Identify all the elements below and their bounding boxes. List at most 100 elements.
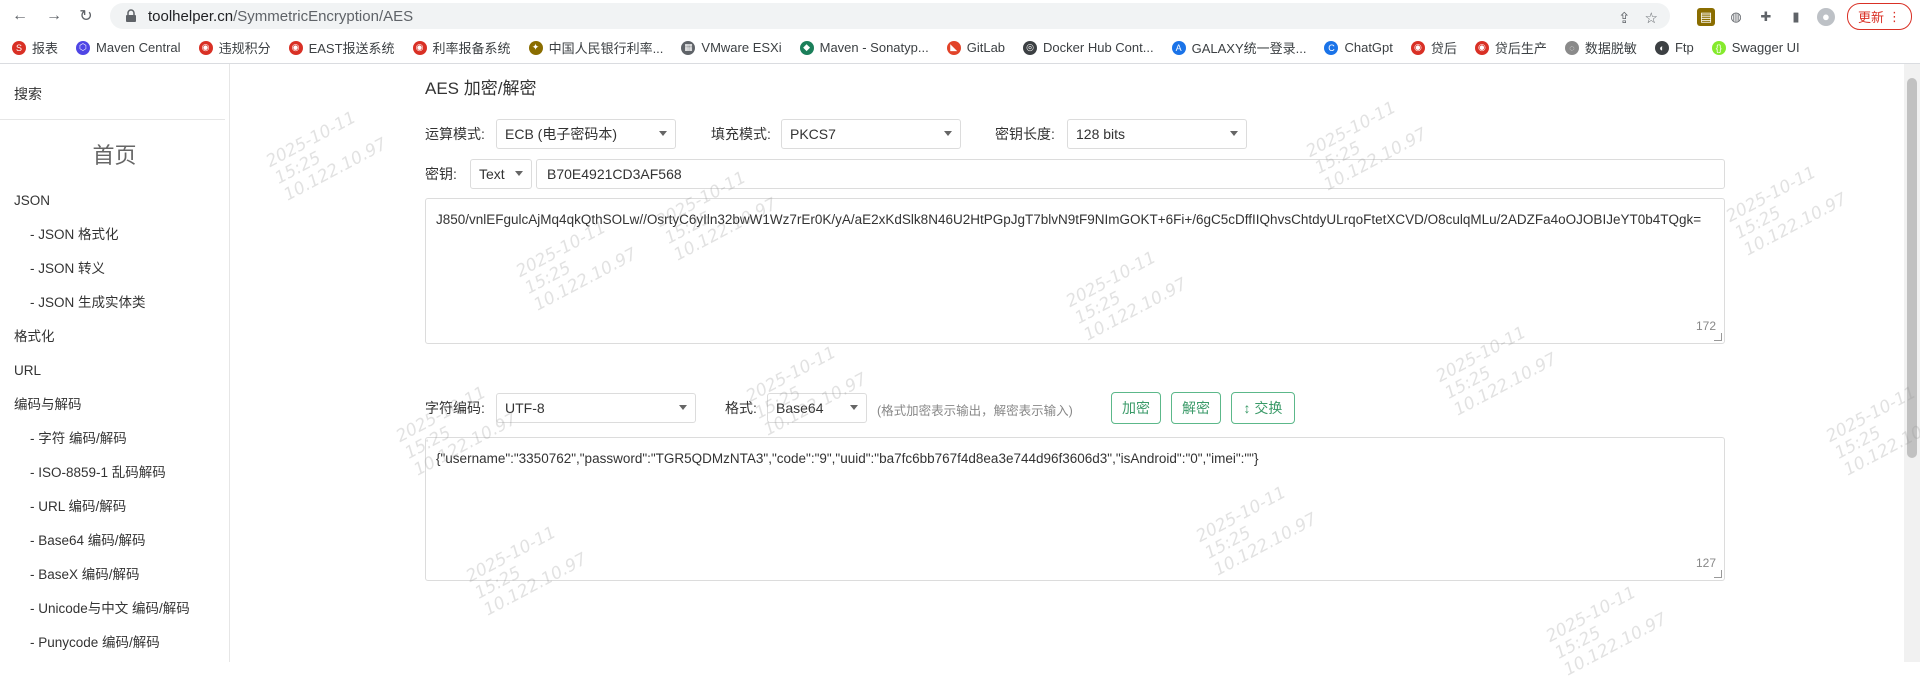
forward-icon[interactable]: → — [42, 4, 66, 28]
chevron-down-icon — [659, 131, 667, 136]
resize-handle-icon[interactable] — [1714, 333, 1722, 341]
sidebar-item[interactable]: - Punycode 编码/解码 — [0, 626, 229, 660]
bookmark-label: 贷后生产 — [1494, 41, 1547, 56]
sidebar-home[interactable]: 首页 — [0, 138, 229, 170]
charset-select[interactable]: UTF-8 — [496, 393, 696, 423]
sidebar-item[interactable]: - Base64 编码/解码 — [0, 524, 229, 558]
share-icon[interactable]: ⇪ — [1618, 9, 1631, 27]
charset-value: UTF-8 — [505, 400, 545, 416]
plaintext-textarea[interactable]: {"username":"3350762","password":"TGR5QD… — [425, 437, 1725, 581]
bookmark-label: 贷后 — [1430, 41, 1457, 56]
browser-toolbar: ← → ↻ toolhelper.cn/SymmetricEncryption/… — [0, 0, 1920, 32]
sidebar-item[interactable]: - 字符 编码/解码 — [0, 422, 229, 456]
sidebar-item[interactable]: 编码与解码 — [0, 388, 229, 422]
bookmark-item[interactable]: ◆ Maven - Sonatyp... — [799, 40, 929, 55]
swap-button[interactable]: ↕ 交换 — [1231, 392, 1295, 424]
bookmark-item[interactable]: ◉ EAST报送系统 — [288, 38, 395, 57]
bookmark-label: Ftp — [1674, 40, 1694, 55]
key-input[interactable]: B70E4921CD3AF568 — [536, 159, 1725, 189]
bookmark-label: 报表 — [32, 41, 59, 56]
keylen-value: 128 bits — [1076, 126, 1126, 142]
bookmark-favicon-icon: ◣ — [946, 40, 961, 55]
bookmark-label: 利率报备系统 — [432, 41, 511, 56]
bookmark-item[interactable]: C ChatGpt — [1324, 40, 1393, 55]
bookmark-favicon-icon: C — [1324, 40, 1339, 55]
bookmark-favicon-icon: ◉ — [1474, 40, 1489, 55]
chevron-down-icon — [679, 405, 687, 410]
sidebar-item[interactable]: - ISO-8859-1 乱码解码 — [0, 456, 229, 490]
bookmark-item[interactable]: ◎ Docker Hub Cont... — [1023, 40, 1154, 55]
profile-avatar-icon[interactable]: ● — [1816, 7, 1835, 26]
bookmark-item[interactable]: ◌ 数据脱敏 — [1564, 38, 1637, 57]
scrollbar-thumb[interactable] — [1907, 78, 1917, 458]
sidebar-item[interactable]: - JSON 格式化 — [0, 218, 229, 252]
bookmark-item[interactable]: ▦ VMware ESXi — [681, 40, 782, 55]
bookmark-item[interactable]: S 报表 — [12, 38, 58, 57]
page-title: AES 加密/解密 — [425, 79, 537, 98]
bookmark-label: 中国人民银行利率... — [548, 41, 664, 56]
bookmark-label: 数据脱敏 — [1584, 41, 1637, 56]
reload-icon[interactable]: ↻ — [74, 4, 98, 28]
ciphertext-char-count: 172 — [1695, 319, 1716, 333]
address-bar[interactable]: toolhelper.cn/SymmetricEncryption/AES ⇪ … — [110, 3, 1670, 29]
bookmark-label: Docker Hub Cont... — [1043, 40, 1154, 55]
ciphertext-value: J850/vnlEFgulcAjMq4qkQthSOLw//OsrtyC6yIl… — [436, 212, 1702, 227]
bookmark-item[interactable]: ◉ 利率报备系统 — [412, 38, 511, 57]
bookmark-label: VMware ESXi — [701, 40, 782, 55]
bookmark-item[interactable]: ◉ 贷后 — [1410, 38, 1457, 57]
bookmark-favicon-icon: S — [12, 40, 26, 55]
bookmark-label: Maven Central — [96, 40, 181, 55]
puzzle-icon[interactable]: ✚ — [1757, 8, 1775, 26]
decrypt-button[interactable]: 解密 — [1171, 392, 1221, 424]
bookmark-item[interactable]: ◐ Ftp — [1654, 40, 1694, 55]
chevron-down-icon — [850, 405, 858, 410]
sidebar-item[interactable]: JSON — [0, 184, 229, 218]
bookmark-item[interactable]: ◣ GitLab — [946, 40, 1005, 55]
bookmark-item[interactable]: ✦ 中国人民银行利率... — [528, 38, 664, 57]
page-content: 搜索 首页 JSON - JSON 格式化 - JSON 转义 - JSON 生成实体… — [0, 64, 1920, 662]
chevron-down-icon — [1230, 131, 1238, 136]
page-scrollbar[interactable] — [1904, 64, 1920, 662]
format-value: Base64 — [776, 400, 824, 416]
format-select[interactable]: Base64 — [767, 393, 867, 423]
side-panel-icon[interactable]: ▮ — [1787, 8, 1805, 26]
bookmark-item[interactable]: {} Swagger UI — [1711, 40, 1800, 55]
keylen-label: 密钥长度: — [995, 126, 1055, 142]
bookmark-favicon-icon: ◉ — [198, 40, 213, 55]
sidebar-item[interactable]: - JSON 转义 — [0, 252, 229, 286]
bookmark-item[interactable]: ◉ 违规积分 — [198, 38, 271, 57]
sidebar-search[interactable]: 搜索 — [0, 64, 225, 120]
bookmark-item[interactable]: ⬡ Maven Central — [76, 40, 181, 55]
back-icon[interactable]: ← — [8, 4, 32, 28]
sidebar-item[interactable]: - Unicode与中文 编码/解码 — [0, 592, 229, 626]
bookmark-favicon-icon: ▦ — [681, 40, 696, 55]
resize-handle-icon[interactable] — [1714, 570, 1722, 578]
ciphertext-textarea[interactable]: J850/vnlEFgulcAjMq4qkQthSOLw//OsrtyC6yIl… — [425, 198, 1725, 344]
mode-select[interactable]: ECB (电子密码本) — [496, 119, 676, 149]
bookmark-label: EAST报送系统 — [308, 41, 395, 56]
sidebar-item[interactable]: - URL 编码/解码 — [0, 490, 229, 524]
wallet-extension-icon[interactable]: ▤ — [1696, 7, 1715, 26]
padding-label: 填充模式: — [711, 126, 771, 142]
chevron-down-icon — [944, 131, 952, 136]
bookmark-label: 违规积分 — [218, 41, 271, 56]
padding-select[interactable]: PKCS7 — [781, 119, 961, 149]
sidebar-item[interactable]: URL — [0, 354, 229, 388]
key-value: B70E4921CD3AF568 — [547, 166, 682, 182]
plaintext-char-count: 127 — [1695, 556, 1716, 570]
key-label: 密钥: — [425, 166, 457, 182]
key-type-select[interactable]: Text — [470, 159, 532, 189]
bookmark-item[interactable]: A GALAXY统一登录... — [1171, 38, 1306, 57]
sidebar-item[interactable]: - JSON 生成实体类 — [0, 286, 229, 320]
sidebar-item[interactable]: - BaseX 编码/解码 — [0, 558, 229, 592]
update-label: 更新 — [1857, 10, 1884, 25]
keylen-select[interactable]: 128 bits — [1067, 119, 1247, 149]
extension-circle-icon[interactable]: ◍ — [1727, 8, 1745, 26]
sidebar-item[interactable]: 格式化 — [0, 320, 229, 354]
bookmark-item[interactable]: ◉ 贷后生产 — [1474, 38, 1547, 57]
bookmark-favicon-icon: ⬡ — [76, 40, 91, 55]
format-label: 格式: — [725, 400, 757, 416]
update-button[interactable]: 更新 ⋮ — [1846, 3, 1912, 30]
encrypt-button[interactable]: 加密 — [1111, 392, 1161, 424]
bookmark-star-icon[interactable]: ☆ — [1645, 9, 1658, 27]
